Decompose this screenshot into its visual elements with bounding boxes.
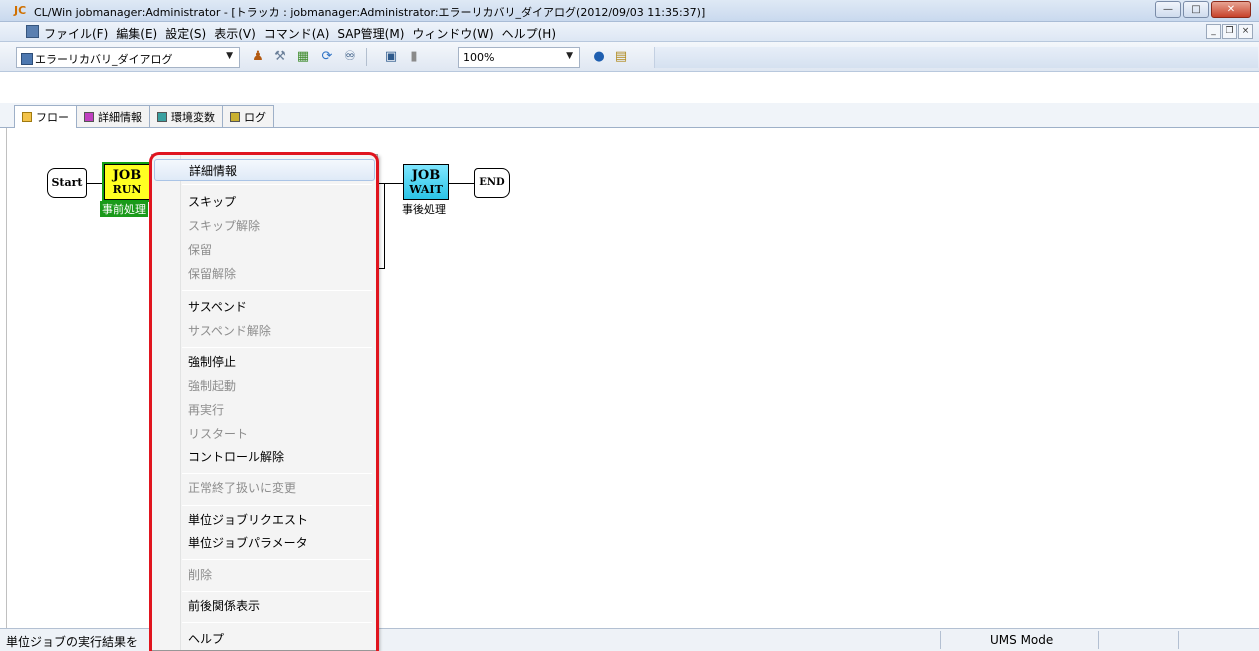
chevron-down-icon: ▼ bbox=[226, 51, 233, 61]
app-logo: JC bbox=[14, 4, 27, 17]
page-icon[interactable]: ▮ bbox=[405, 48, 423, 66]
flow-connector bbox=[384, 183, 385, 268]
window-controls: — □ ✕ bbox=[1155, 1, 1251, 18]
end-node[interactable]: END bbox=[474, 168, 510, 198]
details-icon bbox=[84, 112, 94, 122]
mdi-controls: _ ❐ × bbox=[1206, 24, 1253, 39]
zoom-select-value: 100% bbox=[463, 51, 495, 64]
document-icon[interactable] bbox=[26, 25, 39, 38]
menu-command[interactable]: コマンド(A) bbox=[264, 25, 330, 42]
status-divider bbox=[940, 631, 941, 649]
title-bar: JC CL/Win jobmanager:Administrator - [トラ… bbox=[0, 0, 1259, 22]
refresh-icon[interactable]: ⟳ bbox=[318, 48, 336, 66]
maximize-button[interactable]: □ bbox=[1183, 1, 1209, 18]
toolbar: エラーリカバリ_ダイアログ ▼ ♟ ⚒ ▦ ⟳ ♾ ▣ ▮ 100% ▼ ● ▤ bbox=[0, 42, 1259, 72]
flow-connector bbox=[87, 183, 104, 184]
tab-flow-label: フロー bbox=[36, 111, 69, 124]
network-icon[interactable]: ▦ bbox=[294, 48, 312, 66]
binoculars-icon[interactable]: ♾ bbox=[341, 48, 359, 66]
flow-connector bbox=[449, 183, 474, 184]
toolbar-divider bbox=[366, 48, 367, 66]
job-node-postprocess[interactable]: JOB WAIT bbox=[403, 164, 449, 200]
job-node-type: JOB bbox=[112, 168, 142, 183]
start-node[interactable]: Start bbox=[47, 168, 87, 198]
tab-details-label: 詳細情報 bbox=[98, 111, 142, 124]
job-label-preprocess: 事前処理 bbox=[100, 201, 148, 217]
menu-bar: ファイル(F) 編集(E) 設定(S) 表示(V) コマンド(A) SAP管理(… bbox=[0, 22, 1259, 42]
mdi-minimize-button[interactable]: _ bbox=[1206, 24, 1221, 39]
tab-log[interactable]: ログ bbox=[222, 105, 274, 127]
tab-env-vars-label: 環境変数 bbox=[171, 111, 215, 124]
job-label-postprocess: 事後処理 bbox=[402, 203, 446, 216]
jobnet-select-value: エラーリカバリ_ダイアログ bbox=[35, 53, 173, 66]
tabs: フロー 詳細情報 環境変数 ログ bbox=[14, 105, 274, 128]
menu-edit[interactable]: 編集(E) bbox=[116, 25, 157, 42]
jobnet-select[interactable]: エラーリカバリ_ダイアログ ▼ bbox=[16, 47, 240, 68]
status-mode: UMS Mode bbox=[990, 633, 1054, 647]
menu-help[interactable]: ヘルプ(H) bbox=[502, 25, 556, 42]
env-vars-icon bbox=[157, 112, 167, 122]
help-icon[interactable]: ● bbox=[590, 48, 608, 66]
status-text: 単位ジョブの実行結果を bbox=[6, 635, 139, 649]
menu-settings[interactable]: 設定(S) bbox=[165, 25, 206, 42]
status-divider bbox=[1098, 631, 1099, 649]
window-title: CL/Win jobmanager:Administrator - [トラッカ … bbox=[34, 6, 706, 19]
log-icon bbox=[230, 112, 240, 122]
mdi-close-button[interactable]: × bbox=[1238, 24, 1253, 39]
flow-connector bbox=[378, 183, 403, 184]
tab-flow[interactable]: フロー bbox=[14, 105, 77, 128]
menu-view[interactable]: 表示(V) bbox=[214, 25, 256, 42]
tab-env-vars[interactable]: 環境変数 bbox=[149, 105, 223, 127]
flow-connector bbox=[378, 268, 385, 269]
mdi-restore-button[interactable]: ❐ bbox=[1222, 24, 1237, 39]
flow-icon bbox=[22, 112, 32, 122]
close-button[interactable]: ✕ bbox=[1211, 1, 1251, 18]
tools-icon[interactable]: ⚒ bbox=[271, 48, 289, 66]
chevron-down-icon: ▼ bbox=[566, 51, 573, 61]
toolbar-empty-area bbox=[654, 47, 1258, 68]
status-divider bbox=[1178, 631, 1179, 649]
tab-details[interactable]: 詳細情報 bbox=[76, 105, 150, 127]
highlight-annotation bbox=[149, 152, 379, 651]
job-node-status: WAIT bbox=[409, 183, 443, 196]
job-node-preprocess[interactable]: JOB RUN bbox=[104, 164, 150, 200]
jobnet-icon bbox=[21, 53, 33, 65]
tab-log-label: ログ bbox=[244, 111, 266, 124]
job-node-type: JOB bbox=[411, 168, 441, 183]
printer-icon[interactable]: ▣ bbox=[382, 48, 400, 66]
zoom-select[interactable]: 100% ▼ bbox=[458, 47, 580, 68]
minimize-button[interactable]: — bbox=[1155, 1, 1181, 18]
job-list-icon[interactable]: ▤ bbox=[612, 48, 630, 66]
menu-sap[interactable]: SAP管理(M) bbox=[337, 25, 404, 42]
menu-window[interactable]: ウィンドウ(W) bbox=[412, 25, 493, 42]
job-node-status: RUN bbox=[112, 183, 142, 196]
menu-file[interactable]: ファイル(F) bbox=[44, 25, 108, 42]
user-icon[interactable]: ♟ bbox=[249, 48, 267, 66]
